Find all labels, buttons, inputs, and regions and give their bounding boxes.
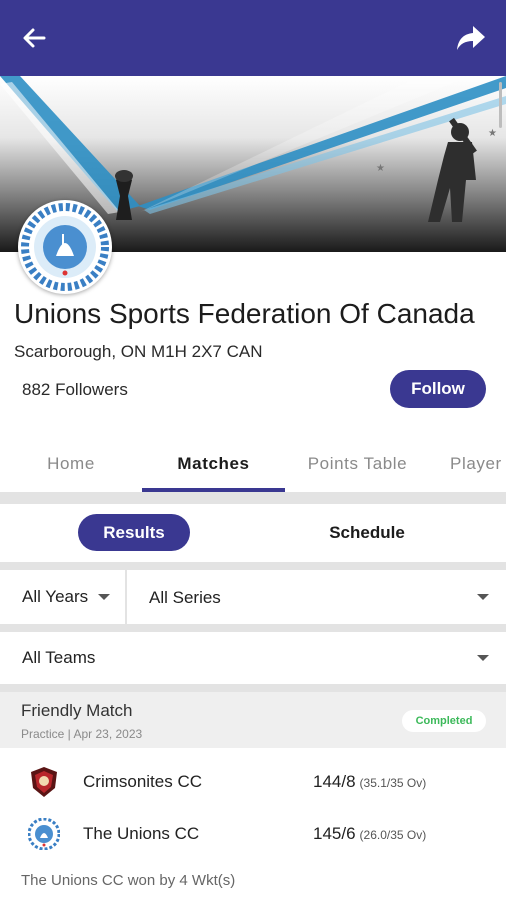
tab-matches[interactable]: Matches [142, 438, 285, 490]
team-row[interactable]: Crimsonites CC 144/8 (35.1/35 Ov) [0, 758, 506, 806]
series-dropdown-label: All Series [149, 588, 221, 607]
team-score-runs: 144/8 [313, 772, 356, 791]
years-dropdown-label: All Years [22, 587, 89, 606]
team-row[interactable]: The Unions CC 145/6 (26.0/35 Ov) [0, 810, 506, 858]
arrow-left-icon[interactable] [18, 22, 50, 54]
chevron-down-icon [98, 594, 111, 600]
section-divider [0, 492, 506, 504]
tab-points-table[interactable]: Points Table [285, 438, 430, 490]
tab-player[interactable]: Player [430, 438, 506, 490]
status-badge: Completed [402, 710, 486, 732]
match-result: The Unions CC won by 4 Wkt(s) [21, 872, 236, 889]
team-score-overs: (26.0/35 Ov) [359, 828, 427, 842]
team-score: 145/6 (26.0/35 Ov) [313, 824, 426, 844]
svg-text:★: ★ [376, 163, 385, 174]
team-score: 144/8 (35.1/35 Ov) [313, 772, 426, 792]
team-score-runs: 145/6 [313, 824, 356, 843]
team-name: Crimsonites CC [83, 772, 203, 791]
team-score-overs: (35.1/35 Ov) [359, 776, 427, 790]
match-meta: Practice | Apr 23, 2023 [21, 727, 143, 741]
chevron-down-icon [477, 594, 489, 600]
series-dropdown[interactable]: All Series [127, 570, 506, 624]
unions-logo-icon [28, 818, 60, 850]
share-icon[interactable] [454, 22, 488, 54]
follow-button[interactable]: Follow [390, 370, 486, 408]
organization-name: Unions Sports Federation Of Canada [14, 298, 475, 329]
section-divider [0, 562, 506, 570]
followers-count: 882 Followers [22, 380, 128, 399]
tab-bar: Home Matches Points Table Player [0, 438, 506, 494]
organization-address: Scarborough, ON M1H 2X7 CAN [14, 342, 263, 361]
team-name: The Unions CC [83, 824, 200, 843]
svg-text:★: ★ [488, 128, 497, 139]
teams-dropdown-label: All Teams [22, 648, 96, 667]
app-bar [0, 0, 506, 76]
section-divider [0, 684, 506, 692]
crimsonites-logo-icon [31, 767, 57, 797]
organization-logo [18, 200, 112, 294]
teams-dropdown[interactable]: All Teams [0, 632, 506, 684]
results-button[interactable]: Results [78, 514, 190, 551]
section-divider [0, 624, 506, 632]
results-schedule-toggle [0, 504, 506, 562]
tab-home[interactable]: Home [0, 438, 142, 490]
scrollbar-thumb[interactable] [499, 82, 502, 128]
years-dropdown[interactable]: All Years [0, 570, 126, 624]
chevron-down-icon [477, 655, 489, 661]
match-title: Friendly Match [21, 701, 133, 720]
schedule-button[interactable]: Schedule [312, 514, 422, 551]
